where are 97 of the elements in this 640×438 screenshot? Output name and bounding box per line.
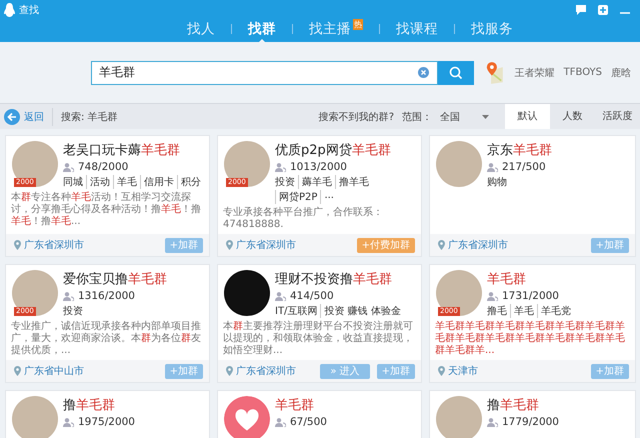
location-label: 广东省深圳市 [236,238,296,252]
group-tag: 投资 赚钱 体验金 [320,304,404,318]
search-icon [449,66,464,80]
map-pin-icon[interactable] [486,60,505,86]
group-tag: 羊毛党 [537,304,574,318]
avatar-photo-placeholder [12,270,58,316]
group-name: 老吴口玩卡薅羊毛群 [63,142,181,159]
group-name: 爱你宝贝撸羊毛群 [63,271,168,288]
plus-icon[interactable] [598,5,608,15]
group-tag: 购物 [487,175,510,189]
sort-tab[interactable]: 人数 [550,104,595,129]
group-tag: ... [320,190,337,204]
heart-avatar [224,396,270,438]
group-tag: 积分 [177,175,204,189]
group-tag: 撸毛 [487,304,510,318]
scope-label: 范围： [402,110,432,124]
group-card[interactable]: 撸羊毛群 1975/2000 [5,390,210,438]
members-icon [487,162,498,172]
member-count: 1779/2000 [502,416,559,428]
caret-icon [482,114,489,118]
group-tag: 活动 [86,175,113,189]
group-tag: 羊毛 [113,175,140,189]
member-count: 67/500 [290,416,327,428]
window-title: 查找 [19,4,39,17]
avatar-photo-placeholder [436,270,482,316]
sort-tab[interactable]: 活跃度 [595,104,640,129]
avatar-photo-placeholder [436,396,482,438]
location-pin-icon [226,240,233,250]
location-pin-icon [14,366,21,376]
location-label: 广东省深圳市 [236,364,296,378]
group-name: 撸羊毛群 [63,397,116,414]
hot-search-link[interactable]: 王者荣耀 [514,66,555,80]
search-query-label: 搜索: 羊毛群 [61,110,118,124]
location-label: 天津市 [448,364,478,378]
group-card[interactable]: 羊毛群 67/500 [217,390,422,438]
member-count: 217/500 [502,161,546,173]
group-name: 羊毛群 [275,397,315,414]
group-name: 优质p2p网贷羊毛群 [275,142,392,159]
members-icon [63,292,74,300]
group-name: 撸羊毛群 [487,397,540,414]
group-name: 羊毛群 [487,271,527,288]
group-card[interactable]: 京东羊毛群 217/500 购物 广东省深圳市 +加群 [429,135,636,257]
location-pin-icon [14,240,21,250]
group-tag: 羊毛 [510,304,537,318]
group-tag: IT/互联网 [275,304,320,318]
group-tag: 同城 [63,175,86,189]
clear-icon[interactable] [418,67,429,78]
group-card[interactable]: 撸羊毛群 1779/2000 [429,390,636,438]
member-count: 1013/2000 [290,161,347,173]
group-tag: 投资 [275,175,298,189]
hot-search-link[interactable]: TFBOYS [564,67,602,78]
group-tag: 网贷P2P [275,190,320,204]
location-label: 广东省中山市 [24,364,84,378]
penguin-icon [4,3,15,17]
hot-search-link[interactable]: 鹿晗 [611,66,631,80]
group-tag: 投资 [63,304,86,318]
members-icon [63,418,74,426]
avatar-photo-placeholder [436,141,482,187]
location-pin-icon [226,366,233,376]
member-count: 748/2000 [78,161,128,173]
members-icon [275,162,286,172]
help-link[interactable]: 搜索不到我的群? [318,110,394,124]
nav-tab[interactable]: 找群 [232,18,292,40]
group-description: 专业推广，诚信近现承接各种内部单项目推广，量大，欢迎商家洽谈。本群为各位群友提供优质，... [11,321,202,357]
avatar-photo-placeholder [12,141,58,187]
group-tag: 信用卡 [140,175,177,189]
member-count: 1316/2000 [78,290,135,302]
location-pin-icon [438,366,445,376]
location-pin-icon [438,240,445,250]
back-button[interactable]: 返回 [0,108,53,126]
group-description: 羊毛群羊毛群羊毛群羊毛群羊毛群羊毛群羊毛群羊毛群羊毛群羊毛群羊毛群羊毛群羊毛群羊毛群羊... [435,321,626,357]
group-tag: 薅羊毛 [298,175,335,189]
scope-dropdown[interactable]: 全国 [440,110,489,124]
group-tag: 撸羊毛 [335,175,372,189]
group-name: 京东羊毛群 [487,142,553,159]
avatar-image [224,270,270,316]
search-button[interactable] [438,60,474,84]
location-label: 广东省深圳市 [24,238,84,252]
members-icon [487,292,498,300]
members-icon [275,292,286,300]
search-field[interactable]: 羊毛群 [91,60,438,84]
member-count: 414/500 [290,290,334,302]
members-icon [275,418,286,426]
sort-tab[interactable]: 默认 [505,104,550,129]
group-description: 本群主要推荐注册理财平台不投资注册就可以提现的，和领取体验金，收益直接提现，如悟空理财... [223,321,414,357]
chat-bubble-icon[interactable] [576,5,586,15]
members-icon [487,418,498,426]
avatar-photo-placeholder [12,396,58,438]
location-label: 广东省深圳市 [448,238,508,252]
hot-badge: 热 [353,19,363,30]
member-count: 1975/2000 [78,416,135,428]
member-count: 1731/2000 [502,290,559,302]
group-description: 专业承接各种平台推广，合作联系：474818888. [223,207,384,231]
members-icon [63,162,74,172]
avatar-photo-placeholder [224,141,270,187]
group-name: 理财不投资撸羊毛群 [275,271,393,288]
group-description: 本群专注各种羊毛活动！互相学习交流探讨，分享撸毛心得及各种活动！撸羊毛！撸 羊毛！撸羊毛... [11,192,202,228]
